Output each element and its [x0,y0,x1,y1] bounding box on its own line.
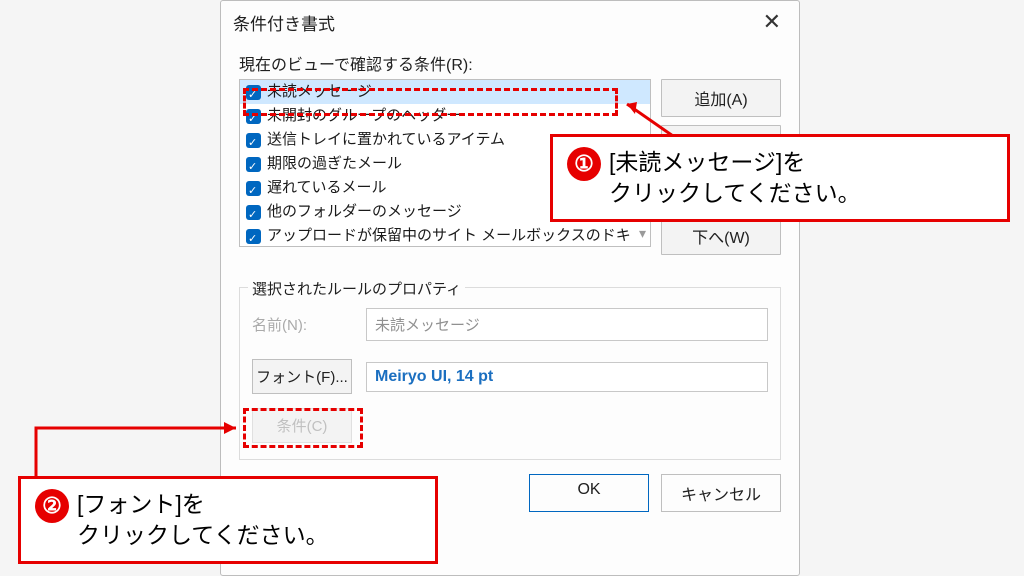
move-down-button[interactable]: 下へ(W) [661,217,781,255]
ok-button[interactable]: OK [529,474,649,512]
list-item-label: 期限の過ぎたメール [267,153,402,175]
dialog-titlebar: 条件付き書式 ✕ [221,1,799,43]
font-button[interactable]: フォント(F)... [252,359,352,394]
list-item[interactable]: アップロードが保留中のサイト メールボックスのドキ [240,224,650,248]
name-field[interactable]: 未読メッセージ [366,308,768,341]
list-item-label: 他のフォルダーのメッセージ [267,201,462,223]
callout-2-arrow [18,420,248,480]
list-item-label: 遅れているメール [267,177,387,199]
callout-number-1: ① [567,147,601,181]
conditions-label: 現在のビューで確認する条件(R): [239,51,781,75]
name-label: 名前(N): [252,314,352,335]
dialog-title: 条件付き書式 [233,10,335,35]
callout-number-2: ② [35,489,69,523]
checkbox-icon[interactable] [246,157,261,172]
list-item-label: 送信トレイに置かれているアイテム [267,129,505,151]
checkbox-icon[interactable] [246,133,261,148]
list-item[interactable]: 未読メッセージ [240,80,650,104]
callout-1: ① [未読メッセージ]を クリックしてください。 [550,134,1010,222]
group-legend: 選択されたルールのプロパティ [248,278,465,299]
checkbox-icon[interactable] [246,109,261,124]
add-button[interactable]: 追加(A) [661,79,781,117]
checkbox-icon[interactable] [246,229,261,244]
chevron-down-icon[interactable]: ▾ [639,225,646,242]
font-preview: Meiryo UI, 14 pt [366,362,768,392]
list-item-label: アップロードが保留中のサイト メールボックスのドキ [267,225,631,247]
checkbox-icon[interactable] [246,205,261,220]
rule-properties-group: 選択されたルールのプロパティ 名前(N): 未読メッセージ フォント(F)...… [239,287,781,460]
close-icon[interactable]: ✕ [757,9,787,35]
list-item-label: 未開封のグループのヘッダー [267,105,461,127]
condition-button: 条件(C) [252,408,352,443]
list-item[interactable]: 未開封のグループのヘッダー [240,104,650,128]
list-item-label: 未読メッセージ [267,81,372,103]
cancel-button[interactable]: キャンセル [661,474,781,512]
checkbox-icon[interactable] [246,85,261,100]
checkbox-icon[interactable] [246,181,261,196]
callout-2: ② [フォント]を クリックしてください。 [18,476,438,564]
callout-text-1: [未読メッセージ]を クリックしてください。 [609,147,861,209]
callout-text-2: [フォント]を クリックしてください。 [77,489,329,551]
